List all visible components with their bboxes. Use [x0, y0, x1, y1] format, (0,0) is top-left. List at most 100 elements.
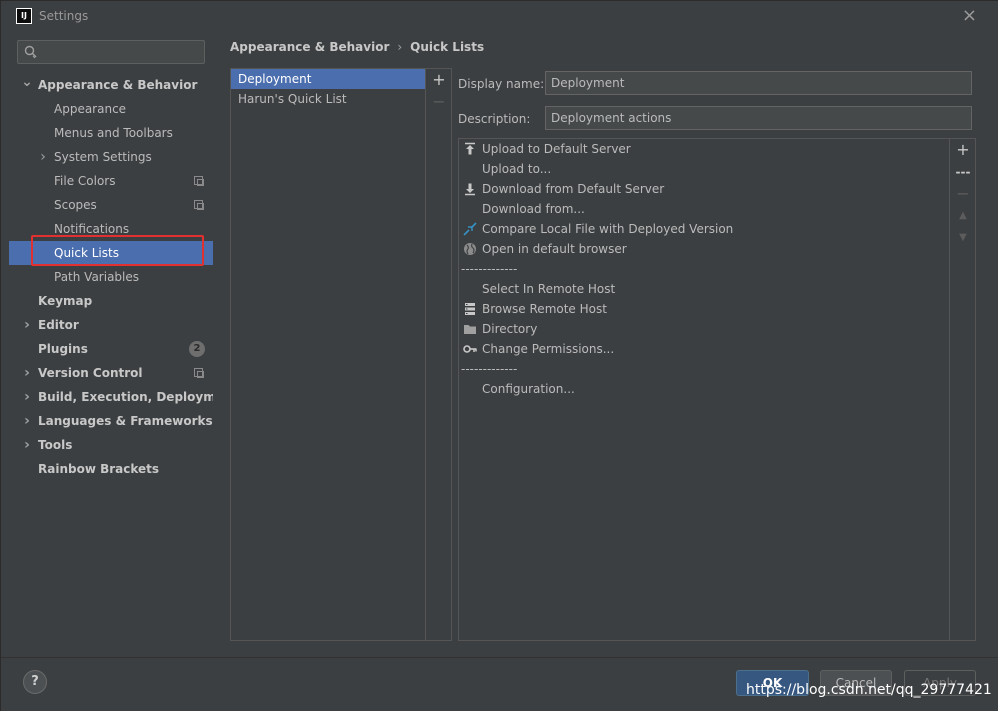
- close-icon[interactable]: ×: [962, 5, 977, 26]
- move-up-icon[interactable]: ▲: [951, 205, 975, 227]
- action-item[interactable]: Change Permissions...: [459, 339, 949, 359]
- chevron-right-icon: ›: [397, 40, 403, 54]
- add-action-icon[interactable]: +: [951, 139, 975, 161]
- action-label: -------------: [461, 262, 518, 276]
- action-item[interactable]: Open in default browser: [459, 239, 949, 259]
- action-label: Open in default browser: [482, 242, 627, 256]
- sidebar-item-label: Appearance: [54, 102, 127, 116]
- search-input[interactable]: [17, 40, 205, 64]
- sidebar-item-label: File Colors: [54, 174, 116, 188]
- chevron-right-icon[interactable]: ›: [21, 385, 33, 409]
- chevron-right-icon[interactable]: ›: [21, 313, 33, 337]
- server-icon: [463, 302, 477, 316]
- sidebar-item-appearance-behavior[interactable]: ⌄ Appearance & Behavior: [9, 73, 213, 97]
- chevron-right-icon[interactable]: ›: [21, 433, 33, 457]
- action-item[interactable]: Upload to Default Server: [459, 139, 949, 159]
- actions-panel: Upload to Default Server Upload to... Down…: [458, 138, 976, 641]
- sidebar-item-label: Keymap: [38, 294, 93, 308]
- action-item[interactable]: Browse Remote Host: [459, 299, 949, 319]
- add-icon[interactable]: +: [427, 69, 451, 91]
- sidebar-item-label: Scopes: [54, 198, 97, 212]
- chevron-down-icon[interactable]: ⌄: [21, 73, 33, 97]
- display-name-field[interactable]: Deployment: [545, 71, 972, 95]
- sidebar-item-version-control[interactable]: › Version Control: [9, 361, 213, 385]
- quick-list-item[interactable]: Harun's Quick List: [231, 89, 425, 109]
- sidebar-item-label: Path Variables: [54, 270, 140, 284]
- sidebar-item-path-variables[interactable]: Path Variables: [9, 265, 213, 289]
- sidebar-item-tools[interactable]: › Tools: [9, 433, 213, 457]
- sidebar-item-label: Tools: [38, 438, 73, 452]
- sidebar-item-label: Appearance & Behavior: [38, 78, 198, 92]
- breadcrumb-parent[interactable]: Appearance & Behavior: [230, 40, 389, 54]
- action-item[interactable]: Select In Remote Host: [459, 279, 949, 299]
- sidebar-item-editor[interactable]: › Editor: [9, 313, 213, 337]
- actions-toolbar: + --- − ▲ ▼: [951, 139, 975, 249]
- sidebar-item-label: Plugins: [38, 342, 88, 356]
- action-item[interactable]: Directory: [459, 319, 949, 339]
- settings-sidebar: ⌄ Appearance & Behavior Appearance Menus an…: [9, 31, 238, 657]
- action-item[interactable]: Compare Local File with Deployed Version: [459, 219, 949, 239]
- sidebar-item-label: Build, Execution, Deployment: [38, 390, 239, 404]
- copy-icon: [194, 176, 204, 186]
- sidebar-item-appearance[interactable]: Appearance: [9, 97, 213, 121]
- sidebar-item-menus-and-toolbars[interactable]: Menus and Toolbars: [9, 121, 213, 145]
- description-field[interactable]: Deployment actions: [545, 106, 972, 130]
- remove-action-icon[interactable]: −: [951, 183, 975, 205]
- quick-lists-panel: Deployment Harun's Quick List + −: [230, 68, 452, 641]
- chevron-right-icon[interactable]: ›: [21, 361, 33, 385]
- action-label: Configuration...: [482, 382, 575, 396]
- chevron-right-icon[interactable]: ›: [21, 409, 33, 433]
- display-name-label: Display name:: [458, 77, 545, 91]
- sidebar-item-languages-frameworks[interactable]: › Languages & Frameworks: [9, 409, 213, 433]
- action-separator[interactable]: -------------: [459, 359, 949, 379]
- settings-content: Appearance & Behavior › Quick Lists Deploy…: [213, 31, 998, 657]
- sidebar-item-plugins[interactable]: Plugins 2: [9, 337, 213, 361]
- action-item[interactable]: Configuration...: [459, 379, 949, 399]
- action-label: Download from...: [482, 202, 585, 216]
- upload-icon: [463, 142, 477, 156]
- action-label: -------------: [461, 362, 518, 376]
- action-label: Change Permissions...: [482, 342, 615, 356]
- sidebar-item-keymap[interactable]: Keymap: [9, 289, 213, 313]
- description-label: Description:: [458, 112, 531, 126]
- chevron-right-icon[interactable]: ›: [37, 145, 49, 169]
- title-bar: IJ Settings ×: [1, 1, 998, 31]
- action-item[interactable]: Download from Default Server: [459, 179, 949, 199]
- sidebar-item-scopes[interactable]: Scopes: [9, 193, 213, 217]
- settings-tree: ⌄ Appearance & Behavior Appearance Menus an…: [9, 73, 238, 481]
- folder-icon: [463, 322, 477, 336]
- sidebar-item-label: System Settings: [54, 150, 152, 164]
- globe-icon: [463, 242, 477, 256]
- action-label: Upload to Default Server: [482, 142, 631, 156]
- sidebar-item-build-execution-deployment[interactable]: › Build, Execution, Deployment: [9, 385, 238, 409]
- copy-icon: [194, 200, 204, 210]
- sidebar-item-label: Editor: [38, 318, 79, 332]
- annotation-highlight: [31, 235, 204, 266]
- sidebar-item-system-settings[interactable]: › System Settings: [9, 145, 213, 169]
- quick-lists-toolbar: + −: [427, 69, 451, 113]
- copy-icon: [194, 368, 204, 378]
- updates-count-badge: 2: [189, 341, 205, 357]
- action-separator[interactable]: -------------: [459, 259, 949, 279]
- sidebar-item-label: Rainbow Brackets: [38, 462, 160, 476]
- remove-icon[interactable]: −: [427, 91, 451, 113]
- key-icon: [463, 342, 477, 356]
- action-item[interactable]: Download from...: [459, 199, 949, 219]
- help-button[interactable]: ?: [23, 670, 47, 694]
- action-item[interactable]: Upload to...: [459, 159, 949, 179]
- action-label: Download from Default Server: [482, 182, 665, 196]
- compare-icon: [463, 222, 477, 236]
- action-label: Directory: [482, 322, 538, 336]
- add-separator-icon[interactable]: ---: [951, 161, 975, 183]
- move-down-icon[interactable]: ▼: [951, 227, 975, 249]
- dialog-footer: ? OK Cancel Apply https://blog.csdn.net/…: [1, 657, 998, 711]
- download-icon: [463, 182, 477, 196]
- sidebar-item-rainbow-brackets[interactable]: Rainbow Brackets: [9, 457, 213, 481]
- quick-list-item[interactable]: Deployment: [231, 69, 425, 89]
- action-label: Compare Local File with Deployed Version: [482, 222, 734, 236]
- sidebar-item-file-colors[interactable]: File Colors: [9, 169, 213, 193]
- sidebar-item-label: Version Control: [38, 366, 143, 380]
- action-label: Upload to...: [482, 162, 552, 176]
- watermark: https://blog.csdn.net/qq_29777421: [746, 682, 992, 698]
- breadcrumb-current: Quick Lists: [410, 40, 485, 54]
